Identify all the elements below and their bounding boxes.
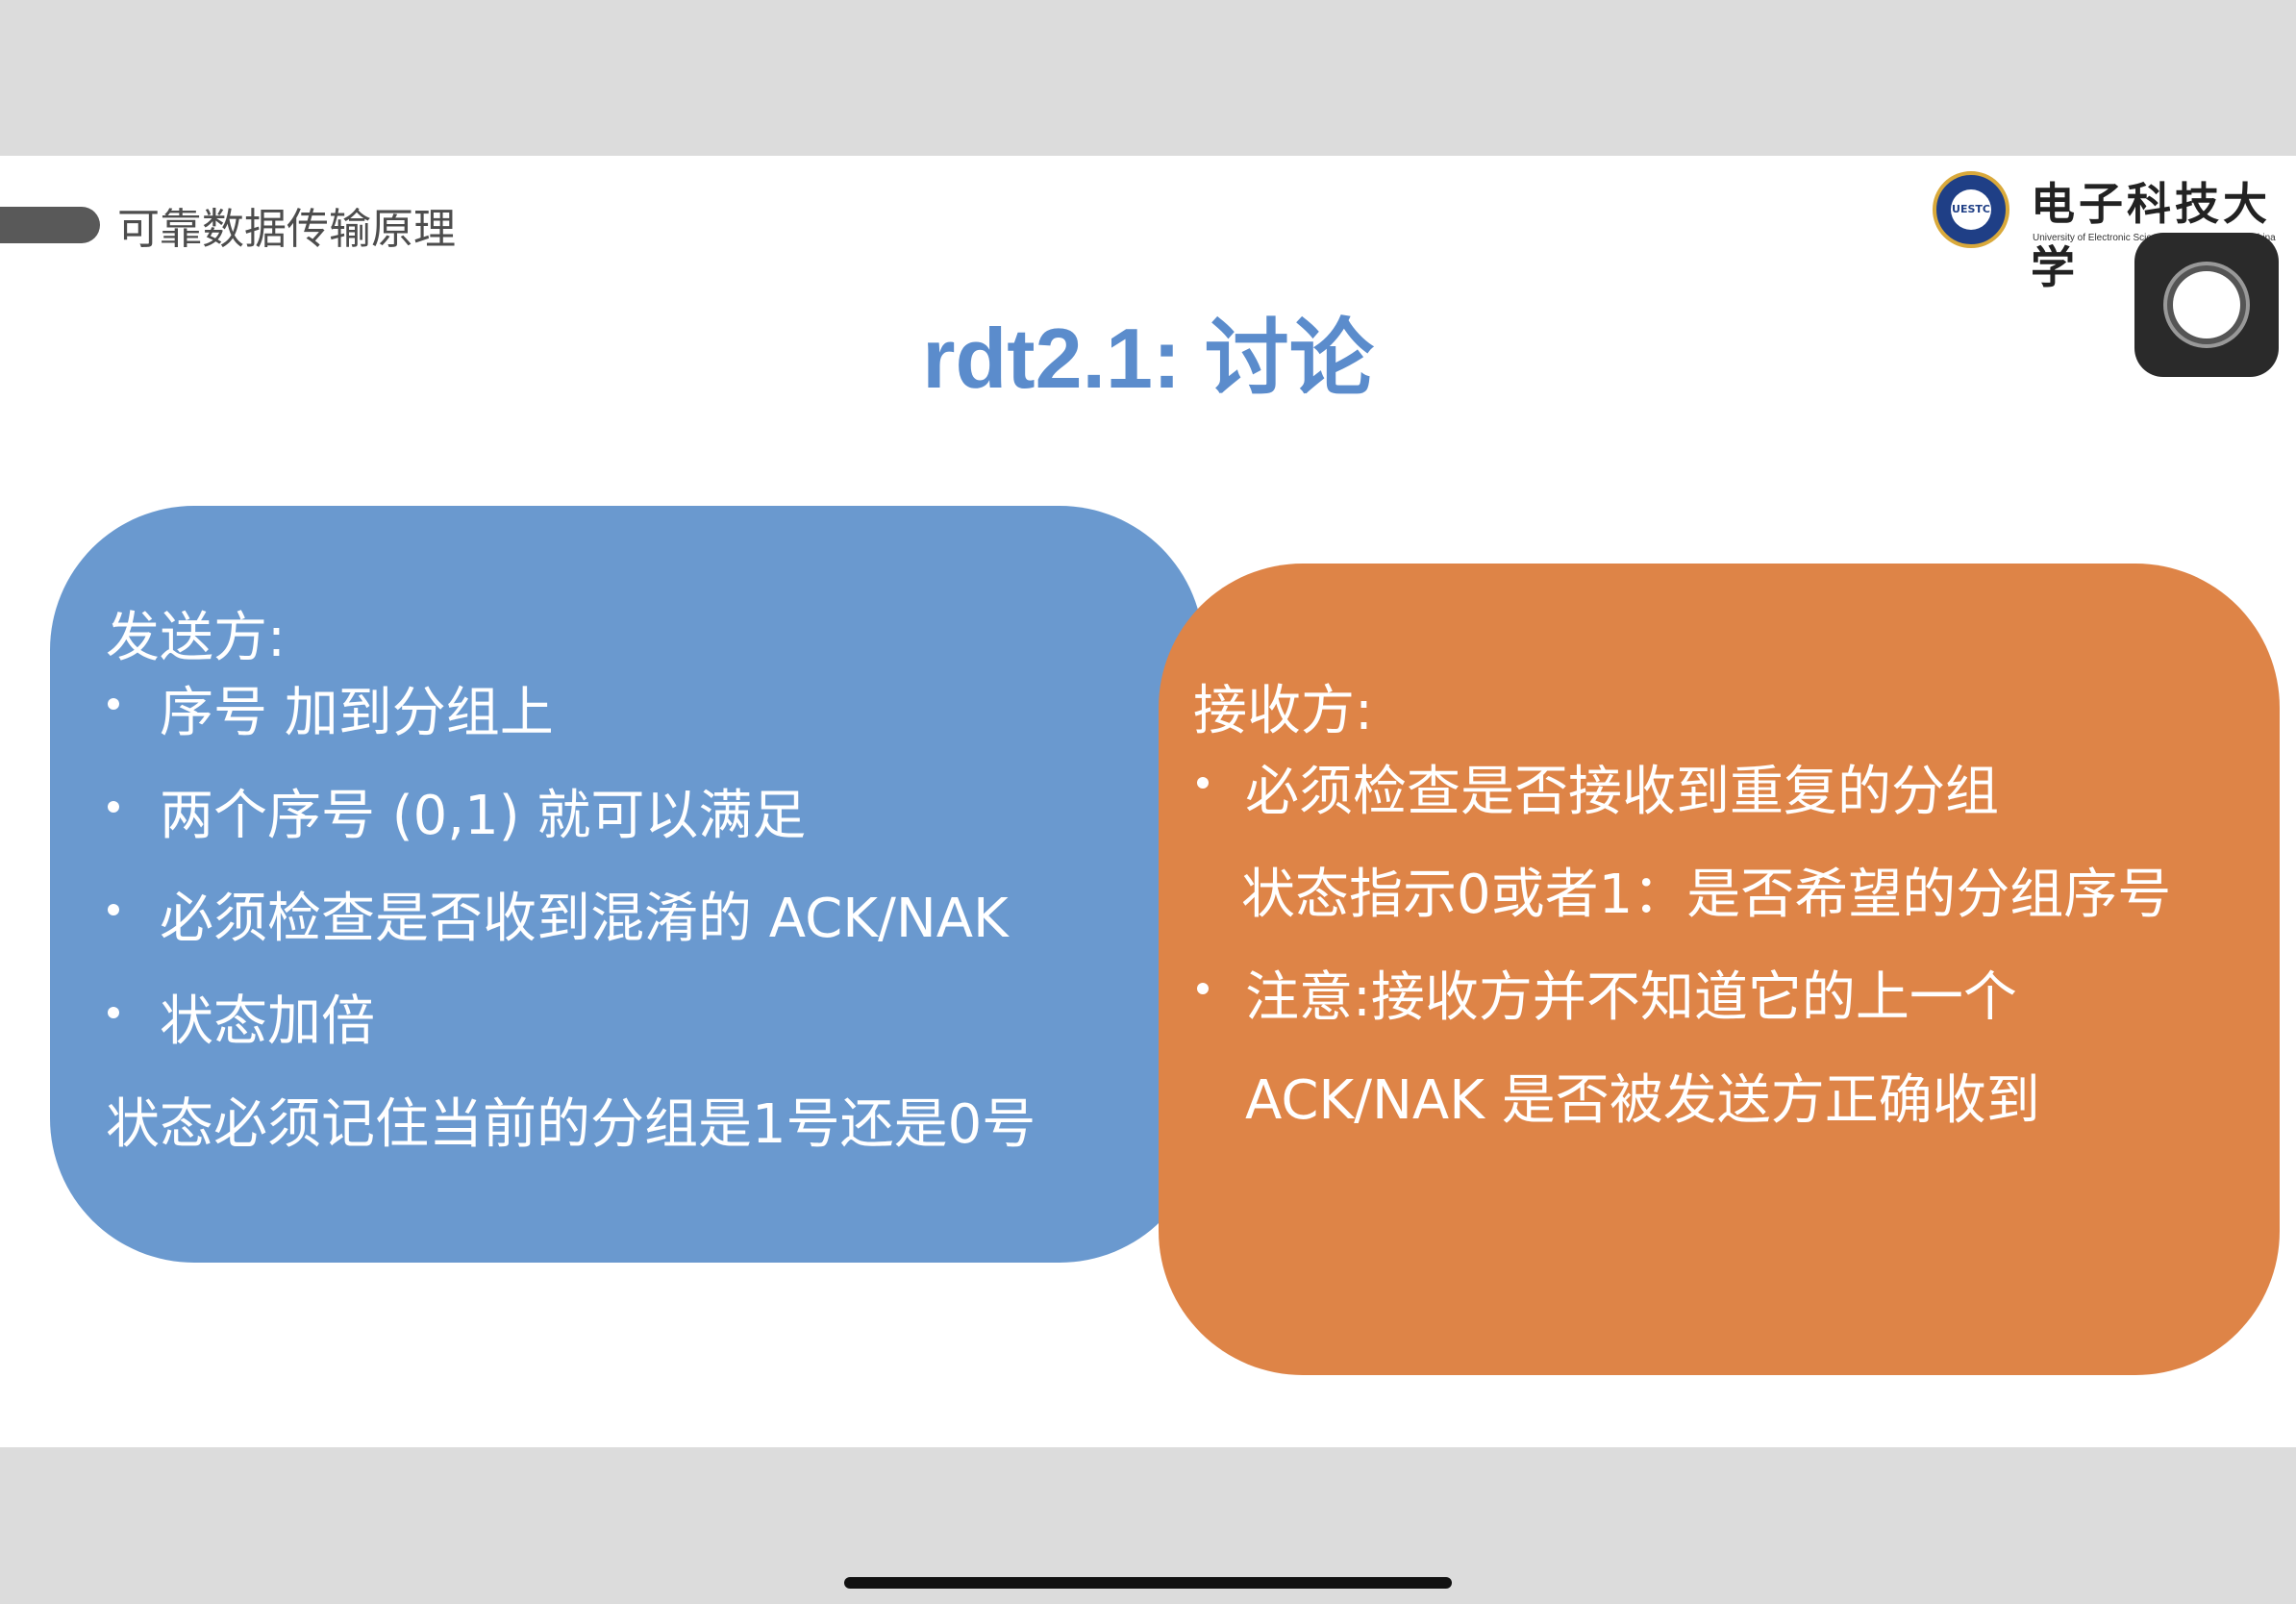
receiver-bullet-2: 注意:接收方并不知道它的上一个 [1245, 966, 2017, 1029]
bullet-dot-icon [108, 698, 119, 710]
receiver-heading: 接收方: [1193, 680, 1373, 742]
university-seal-icon: UESTC [1933, 171, 2009, 248]
slide-title: rdt2.1: 讨论 [922, 311, 1374, 406]
bullet-dot-icon [108, 1007, 119, 1018]
bullet-dot-icon [108, 904, 119, 915]
sender-bullet-1: 序号 加到分组上 [160, 682, 554, 744]
seal-text: UESTC [1951, 189, 1991, 230]
home-indicator[interactable] [844, 1577, 1452, 1589]
sender-box: 发送方: 序号 加到分组上 两个序号 (0,1) 就可以满足 必须检查是否收到混… [50, 506, 1204, 1263]
sender-bullet-4: 状态加倍 [160, 990, 375, 1053]
sender-bullet-3: 必须检查是否收到混淆的 ACK/NAK [160, 888, 1009, 950]
bullet-dot-icon [108, 801, 119, 813]
receiver-bullet-1: 必须检查是否接收到重复的分组 [1245, 761, 1999, 823]
bullet-dot-icon [1197, 983, 1209, 994]
sender-bullet-2: 两个序号 (0,1) 就可以满足 [160, 785, 807, 847]
bullet-dot-icon [1197, 777, 1209, 789]
screen: 可靠数据传输原理 UESTC 电子科技大学 University of Elec… [0, 0, 2296, 1604]
slide: 可靠数据传输原理 UESTC 电子科技大学 University of Elec… [0, 156, 2296, 1447]
sender-heading: 发送方: [106, 607, 286, 669]
section-title: 可靠数据传输原理 [117, 205, 456, 254]
receiver-box: 接收方: 必须检查是否接收到重复的分组 状态指示0或者1：是否希望的分组序号 注… [1159, 564, 2280, 1375]
sender-note: 状态必须记住当前的分组是1号还是0号 [106, 1093, 1036, 1156]
receiver-bullet-2-cont: ACK/NAK 是否被发送方正确收到 [1245, 1069, 2040, 1132]
receiver-bullet-1-cont: 状态指示0或者1：是否希望的分组序号 [1241, 864, 2172, 926]
header-accent-bar [0, 207, 100, 243]
